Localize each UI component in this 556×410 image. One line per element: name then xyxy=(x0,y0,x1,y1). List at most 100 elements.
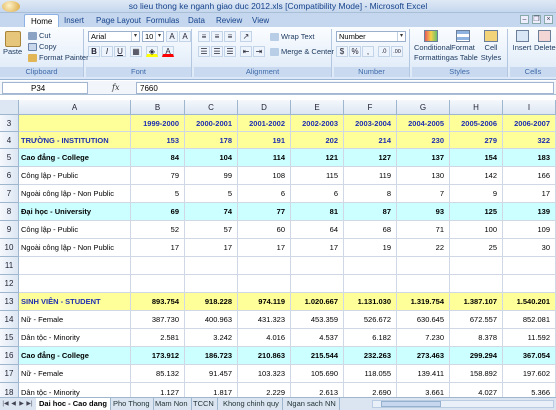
cell-f4[interactable]: 214 xyxy=(344,132,397,149)
cell-b7[interactable]: 5 xyxy=(131,185,185,203)
cell-a7[interactable]: Ngoài công lập - Non Public xyxy=(19,185,131,203)
cell-d11[interactable] xyxy=(238,257,291,275)
cell-e9[interactable]: 64 xyxy=(291,221,344,239)
cell-b10[interactable]: 17 xyxy=(131,239,185,257)
cell-d7[interactable]: 6 xyxy=(238,185,291,203)
cell-i16[interactable]: 367.054 xyxy=(503,347,556,365)
cell-e11[interactable] xyxy=(291,257,344,275)
cell-a4[interactable]: TRƯỜNG - INSTITUTION xyxy=(19,132,131,149)
cell-h15[interactable]: 8.378 xyxy=(450,329,503,347)
cell-g6[interactable]: 130 xyxy=(397,167,450,185)
row-header[interactable]: 10 xyxy=(0,239,19,257)
office-button[interactable] xyxy=(2,1,20,12)
column-header-i[interactable]: I xyxy=(503,100,556,115)
column-header-e[interactable]: E xyxy=(291,100,344,115)
cell-i6[interactable]: 166 xyxy=(503,167,556,185)
number-format-select[interactable]: Number ▾ xyxy=(336,31,406,42)
sheet-tab-dai-hoc-cao-dang[interactable]: Dai hoc - Cao dang xyxy=(36,398,111,410)
cell-d9[interactable]: 60 xyxy=(238,221,291,239)
column-header-g[interactable]: G xyxy=(397,100,450,115)
column-header-b[interactable]: B xyxy=(131,100,185,115)
increase-decimal-button[interactable]: .0 xyxy=(378,46,390,57)
cell-c17[interactable]: 91.457 xyxy=(185,365,238,383)
cell-e3[interactable]: 2002-2003 xyxy=(291,115,344,132)
cell-d4[interactable]: 191 xyxy=(238,132,291,149)
cell-a11[interactable] xyxy=(19,257,131,275)
cell-i9[interactable]: 109 xyxy=(503,221,556,239)
cell-d10[interactable]: 17 xyxy=(238,239,291,257)
comma-button[interactable]: , xyxy=(362,46,374,57)
row-header[interactable]: 12 xyxy=(0,275,19,293)
tab-view[interactable]: View xyxy=(252,14,269,27)
cell-b14[interactable]: 387.730 xyxy=(131,311,185,329)
cell-b6[interactable]: 79 xyxy=(131,167,185,185)
cell-g13[interactable]: 1.319.754 xyxy=(397,293,450,311)
bold-button[interactable]: B xyxy=(88,46,100,57)
cell-d17[interactable]: 103.323 xyxy=(238,365,291,383)
last-sheet-icon[interactable]: ▶| xyxy=(26,400,33,408)
cell-f8[interactable]: 87 xyxy=(344,203,397,221)
first-sheet-icon[interactable]: |◀ xyxy=(2,400,9,408)
cell-e14[interactable]: 453.359 xyxy=(291,311,344,329)
format-painter-button[interactable]: Format Painter xyxy=(28,53,89,63)
row-header[interactable]: 14 xyxy=(0,311,19,329)
row-header[interactable]: 16 xyxy=(0,347,19,365)
sheet-tab-mam-non[interactable]: Mam Non xyxy=(152,398,192,410)
delete-cells-button[interactable]: Delete xyxy=(534,30,556,53)
cell-h9[interactable]: 100 xyxy=(450,221,503,239)
formula-input[interactable]: 7660 xyxy=(136,82,554,94)
cell-i5[interactable]: 183 xyxy=(503,149,556,167)
cell-h17[interactable]: 158.892 xyxy=(450,365,503,383)
cell-f5[interactable]: 127 xyxy=(344,149,397,167)
row-header[interactable]: 9 xyxy=(0,221,19,239)
cell-c11[interactable] xyxy=(185,257,238,275)
decrease-indent-icon[interactable]: ⇤ xyxy=(240,46,252,57)
row-header[interactable]: 7 xyxy=(0,185,19,203)
cell-g4[interactable]: 230 xyxy=(397,132,450,149)
cell-b5[interactable]: 84 xyxy=(131,149,185,167)
cell-b3[interactable]: 1999-2000 xyxy=(131,115,185,132)
cell-c8[interactable]: 74 xyxy=(185,203,238,221)
cut-button[interactable]: Cut xyxy=(28,31,51,41)
tab-page-layout[interactable]: Page Layout xyxy=(96,14,141,27)
cell-d6[interactable]: 108 xyxy=(238,167,291,185)
cell-f16[interactable]: 232.263 xyxy=(344,347,397,365)
scrollbar-thumb[interactable] xyxy=(381,401,441,407)
worksheet-grid[interactable]: A B C D E F G H I 3 1999-2000 2000-2001 2001-2002 200… xyxy=(0,100,556,397)
cell-h10[interactable]: 25 xyxy=(450,239,503,257)
cell-e16[interactable]: 215.544 xyxy=(291,347,344,365)
align-middle-icon[interactable]: ≡ xyxy=(211,31,223,42)
italic-button[interactable]: I xyxy=(101,46,113,57)
cell-i17[interactable]: 197.602 xyxy=(503,365,556,383)
sheet-tab-khong-chinh-quy[interactable]: Khong chinh quy xyxy=(220,398,283,410)
cell-g17[interactable]: 139.411 xyxy=(397,365,450,383)
align-center-icon[interactable]: ☰ xyxy=(211,46,223,57)
cell-b13[interactable]: 893.754 xyxy=(131,293,185,311)
font-size-select[interactable]: 10 ▾ xyxy=(142,31,164,42)
cell-f13[interactable]: 1.131.030 xyxy=(344,293,397,311)
cell-f17[interactable]: 118.055 xyxy=(344,365,397,383)
cell-b9[interactable]: 52 xyxy=(131,221,185,239)
cell-i18[interactable]: 5.366 xyxy=(503,383,556,397)
cell-h4[interactable]: 279 xyxy=(450,132,503,149)
cell-e15[interactable]: 4.537 xyxy=(291,329,344,347)
row-header[interactable]: 18 xyxy=(0,383,19,397)
cell-f15[interactable]: 6.182 xyxy=(344,329,397,347)
font-name-select[interactable]: Arial ▾ xyxy=(88,31,140,42)
cell-c6[interactable]: 99 xyxy=(185,167,238,185)
cell-c3[interactable]: 2000-2001 xyxy=(185,115,238,132)
row-header[interactable]: 13 xyxy=(0,293,19,311)
cell-f3[interactable]: 2003-2004 xyxy=(344,115,397,132)
cell-i15[interactable]: 11.592 xyxy=(503,329,556,347)
cell-d18[interactable]: 2.229 xyxy=(238,383,291,397)
cell-h3[interactable]: 2005-2006 xyxy=(450,115,503,132)
next-sheet-icon[interactable]: ▶ xyxy=(18,400,25,408)
cell-e5[interactable]: 121 xyxy=(291,149,344,167)
align-bottom-icon[interactable]: ≡ xyxy=(224,31,236,42)
row-header[interactable]: 5 xyxy=(0,149,19,167)
cell-f12[interactable] xyxy=(344,275,397,293)
cell-b16[interactable]: 173.912 xyxy=(131,347,185,365)
row-header[interactable]: 3 xyxy=(0,115,19,132)
cell-f18[interactable]: 2.690 xyxy=(344,383,397,397)
tab-data[interactable]: Data xyxy=(188,14,205,27)
